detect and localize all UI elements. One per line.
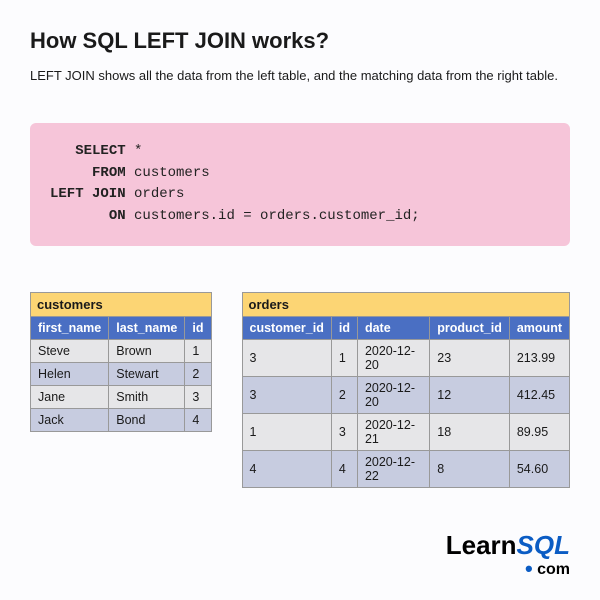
- table-row: 4 4 2020-12-22 8 54.60: [242, 450, 570, 487]
- keyword-on: ON: [109, 208, 126, 224]
- customers-caption: customers: [30, 292, 212, 316]
- orders-header: customer_id: [242, 316, 331, 339]
- tables-container: customers first_name last_name id Steve …: [30, 292, 570, 488]
- orders-header: id: [331, 316, 357, 339]
- code-leftjoin-rest: orders: [126, 186, 185, 202]
- page-title: How SQL LEFT JOIN works?: [30, 28, 570, 54]
- orders-caption: orders: [242, 292, 571, 316]
- table-row: 3 1 2020-12-20 23 213.99: [242, 339, 570, 376]
- keyword-leftjoin: LEFT JOIN: [50, 186, 126, 202]
- logo-dot-icon: •: [525, 556, 533, 581]
- sql-code-block: SELECT * FROM customers LEFT JOIN orders…: [30, 123, 570, 246]
- customers-header: first_name: [31, 316, 109, 339]
- customers-table: customers first_name last_name id Steve …: [30, 292, 212, 432]
- table-row: Jane Smith 3: [31, 385, 212, 408]
- code-on-rest: customers.id = orders.customer_id;: [126, 208, 420, 224]
- subtitle-text: LEFT JOIN shows all the data from the le…: [30, 68, 570, 83]
- logo-learn: Learn: [446, 530, 517, 560]
- customers-header: id: [185, 316, 211, 339]
- orders-header: amount: [509, 316, 569, 339]
- customers-header: last_name: [109, 316, 185, 339]
- table-row: Helen Stewart 2: [31, 362, 212, 385]
- keyword-select: SELECT: [75, 143, 125, 159]
- orders-header: product_id: [430, 316, 510, 339]
- keyword-from: FROM: [92, 165, 126, 181]
- table-row: 1 3 2020-12-21 18 89.95: [242, 413, 570, 450]
- code-select-rest: *: [126, 143, 143, 159]
- table-row: Steve Brown 1: [31, 339, 212, 362]
- logo-com: com: [533, 561, 570, 578]
- learnsql-logo: LearnSQL • com: [446, 532, 570, 580]
- orders-header: date: [357, 316, 429, 339]
- code-from-rest: customers: [126, 165, 210, 181]
- orders-table: orders customer_id id date product_id am…: [242, 292, 571, 488]
- table-row: Jack Bond 4: [31, 408, 212, 431]
- table-row: 3 2 2020-12-20 12 412.45: [242, 376, 570, 413]
